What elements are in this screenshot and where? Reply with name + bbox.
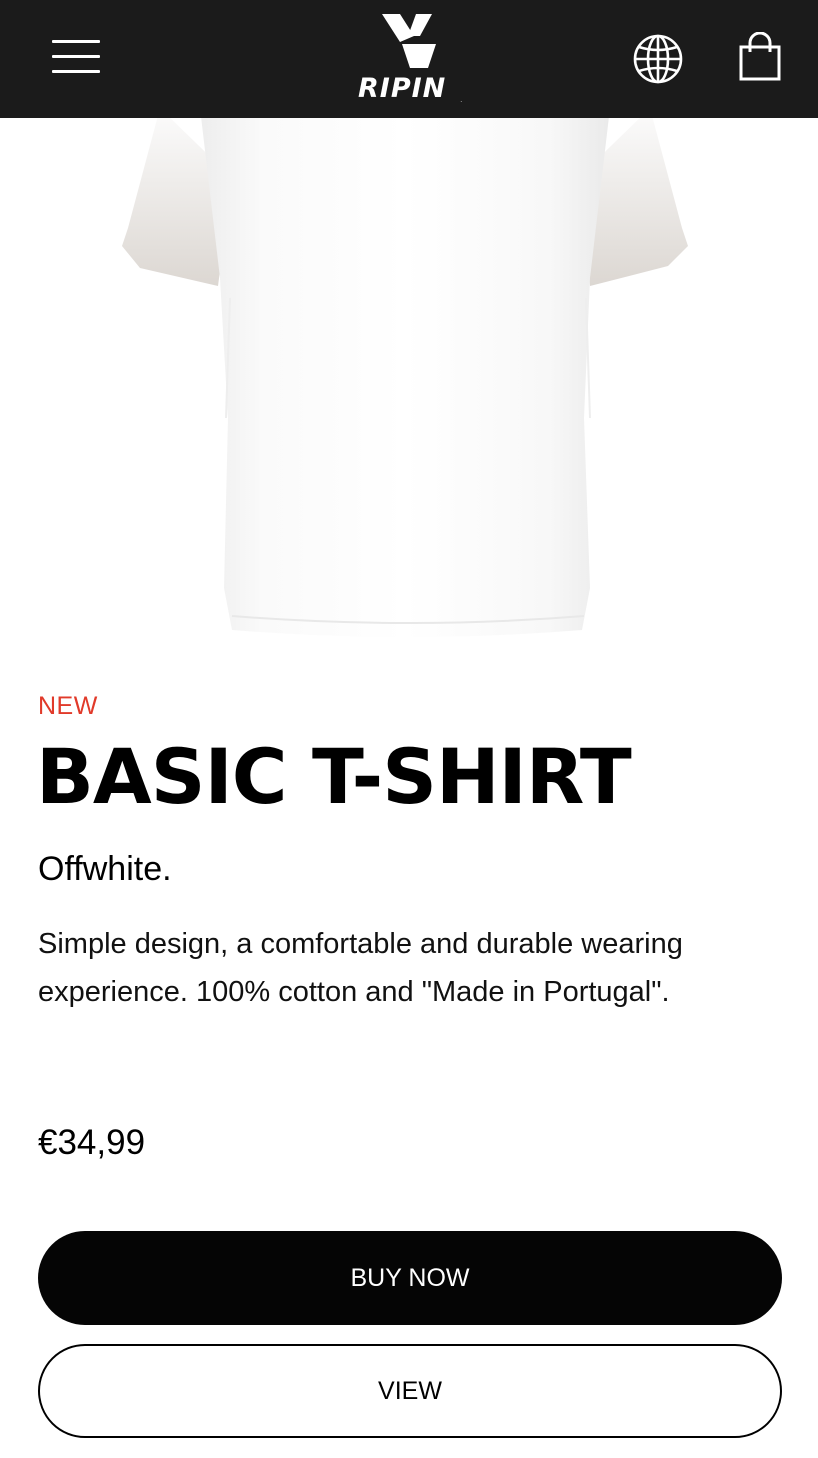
ripin-logo[interactable]: RIPIN . <box>358 12 462 106</box>
product-color: Offwhite. <box>38 850 172 888</box>
product-description: Simple design, a comfortable and durable… <box>38 928 683 1008</box>
new-badge: NEW <box>38 692 98 720</box>
product-title: BASIC T-SHIRT <box>36 732 632 821</box>
buy-now-button[interactable]: BUY NOW <box>38 1231 782 1325</box>
logo-text: RIPIN <box>358 73 447 104</box>
language-button[interactable] <box>632 33 684 85</box>
menu-button[interactable] <box>52 39 102 75</box>
product-price: €34,99 <box>38 1123 146 1162</box>
top-header: RIPIN . <box>0 0 818 118</box>
ripin-logo-mark <box>382 14 436 68</box>
shopping-bag-icon <box>739 31 781 81</box>
globe-icon <box>633 34 683 84</box>
cart-button[interactable] <box>738 31 782 82</box>
view-button[interactable]: VIEW <box>38 1344 782 1438</box>
product-image <box>0 118 818 658</box>
white-t-shirt <box>122 118 688 637</box>
hamburger-menu-icon <box>52 40 100 43</box>
product-page: RIPIN . NEW BASIC T-SHIRT Offwhite. Simp… <box>0 0 818 1458</box>
